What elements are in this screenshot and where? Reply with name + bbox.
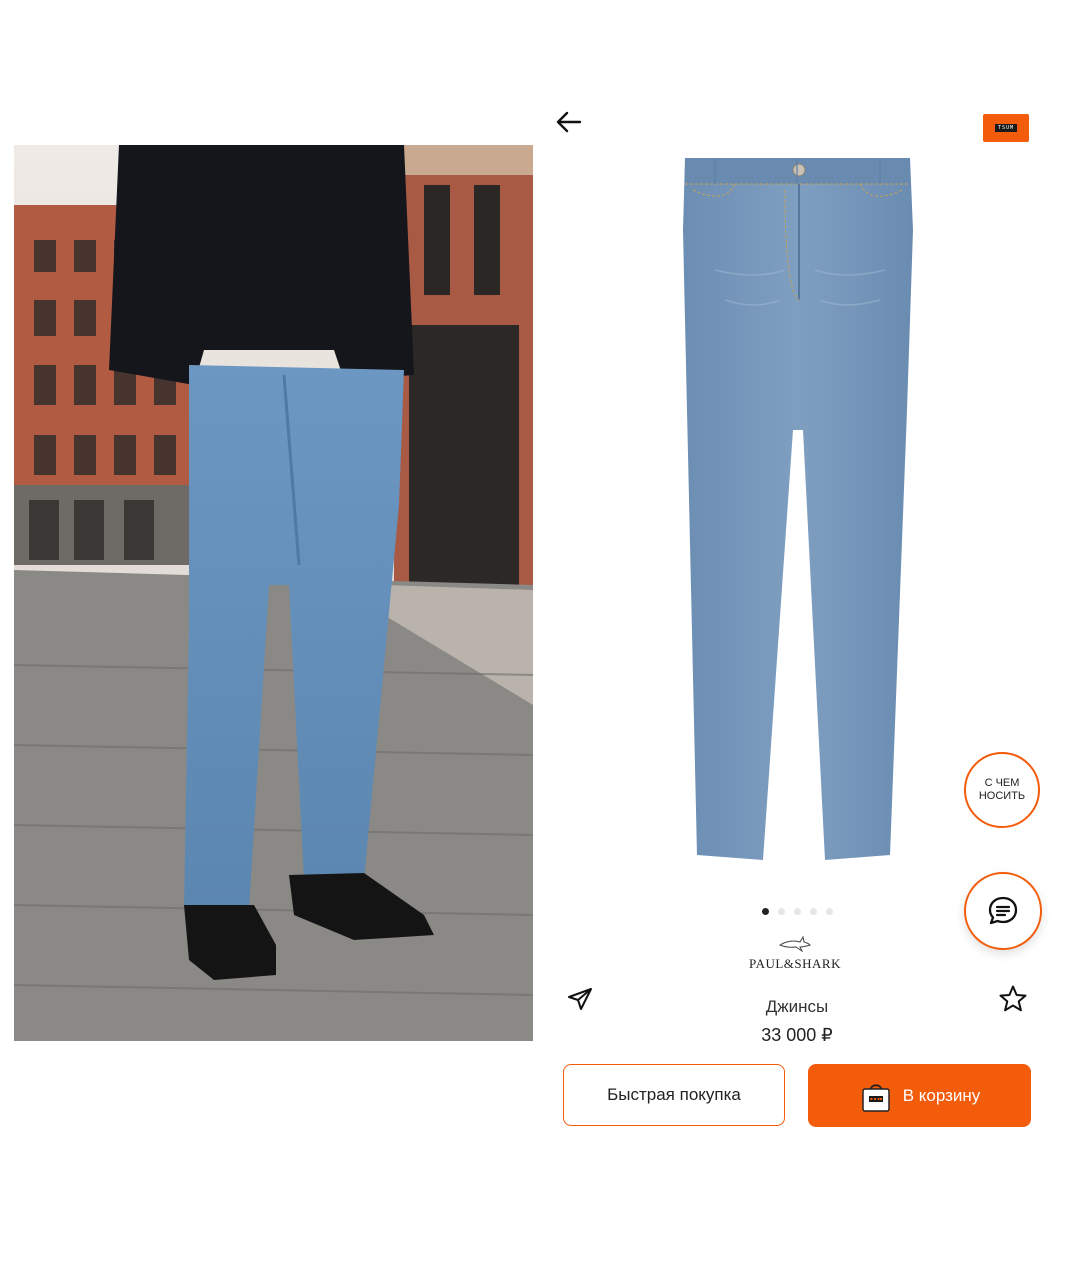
gallery-pagination: [762, 908, 833, 915]
pagination-dot[interactable]: [826, 908, 833, 915]
pagination-dot[interactable]: [778, 908, 785, 915]
product-main-image[interactable]: [675, 150, 920, 870]
add-to-cart-label: В корзину: [902, 1085, 981, 1105]
brand-logo[interactable]: PAUL&SHARK: [730, 936, 860, 982]
product-price: 33 000 ₽: [761, 1025, 833, 1045]
chat-button[interactable]: [964, 872, 1042, 950]
star-outline-icon: [999, 985, 1027, 1012]
quick-buy-label: Быстрая покупка: [607, 1085, 741, 1104]
store-logo-text: TSUM: [994, 124, 1018, 132]
share-button[interactable]: [566, 985, 594, 1013]
what-to-wear-line1: С ЧЕМ: [984, 777, 1020, 789]
shark-logo-icon: [778, 936, 811, 952]
jeans-product-image: [683, 158, 913, 860]
pagination-dot[interactable]: [810, 908, 817, 915]
what-to-wear-line2: НОСИТЬ: [978, 790, 1026, 802]
favorite-button[interactable]: [998, 984, 1028, 1014]
lifestyle-photo: [14, 145, 533, 1041]
brand-name: PAUL&SHARK: [749, 956, 841, 971]
chat-bubble-icon: [988, 896, 1018, 925]
shopping-bag-icon: [859, 1079, 893, 1113]
quick-buy-button[interactable]: Быстрая покупка: [563, 1064, 785, 1126]
back-button[interactable]: [553, 106, 585, 138]
what-to-wear-with-button[interactable]: С ЧЕМ НОСИТЬ: [964, 752, 1040, 828]
pagination-dot-active[interactable]: [762, 908, 769, 915]
arrow-left-icon: [556, 111, 582, 133]
add-to-cart-button[interactable]: В корзину: [808, 1064, 1031, 1127]
store-logo-badge[interactable]: TSUM: [983, 114, 1029, 142]
pagination-dot[interactable]: [794, 908, 801, 915]
product-name: Джинсы: [765, 997, 829, 1016]
send-paper-plane-icon: [568, 988, 592, 1010]
